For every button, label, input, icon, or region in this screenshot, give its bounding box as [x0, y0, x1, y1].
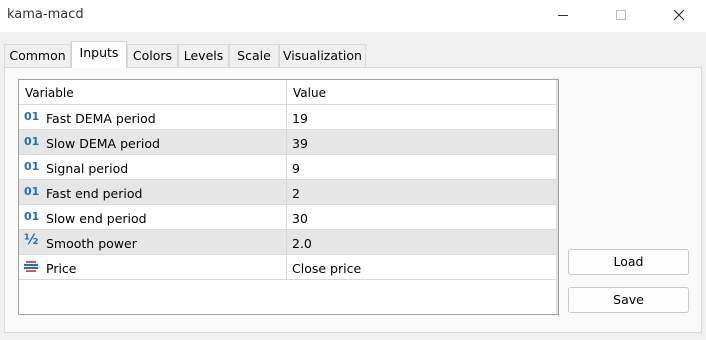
column-divider[interactable]	[286, 80, 287, 105]
value-cell[interactable]: Close price	[292, 261, 361, 276]
grid-rows: 01 Fast DEMA period 19 01 Slow DEMA peri…	[19, 105, 558, 280]
tab-common[interactable]: Common	[4, 44, 71, 68]
value-cell[interactable]: 9	[292, 161, 300, 176]
window-title: kama-macd	[7, 7, 84, 22]
table-row[interactable]: Price Close price	[19, 255, 558, 280]
maximize-icon	[616, 10, 626, 20]
tab-inputs[interactable]: Inputs	[71, 41, 127, 68]
table-row[interactable]: 01 Fast end period 2	[19, 180, 558, 205]
table-row[interactable]: ½ Smooth power 2.0	[19, 230, 558, 255]
save-button[interactable]: Save	[568, 287, 689, 313]
cell-divider	[286, 105, 287, 129]
value-column-header[interactable]: Value	[293, 86, 326, 100]
cell-divider	[286, 230, 287, 254]
title-bar: kama-macd	[0, 0, 706, 32]
load-button[interactable]: Load	[568, 249, 689, 275]
variable-name: Fast DEMA period	[46, 111, 156, 126]
integer-icon: 01	[24, 110, 40, 123]
cell-divider	[286, 205, 287, 229]
cell-divider	[286, 255, 287, 279]
value-cell[interactable]: 19	[292, 111, 308, 126]
value-cell[interactable]: 39	[292, 136, 308, 151]
variable-name: Price	[46, 261, 77, 276]
table-row[interactable]: 01 Signal period 9	[19, 155, 558, 180]
table-row[interactable]: 01 Fast DEMA period 19	[19, 105, 558, 130]
variable-name: Slow end period	[46, 211, 147, 226]
tab-colors[interactable]: Colors	[127, 44, 178, 68]
variable-name: Signal period	[46, 161, 129, 176]
table-row[interactable]: 01 Slow end period 30	[19, 205, 558, 230]
close-icon	[673, 9, 685, 21]
maximize-button[interactable]	[598, 0, 644, 30]
variable-name: Slow DEMA period	[46, 136, 160, 151]
tab-levels[interactable]: Levels	[178, 44, 229, 68]
integer-icon: 01	[24, 160, 40, 173]
minimize-button[interactable]	[540, 0, 586, 30]
close-button[interactable]	[656, 0, 702, 30]
value-cell[interactable]: 2.0	[292, 236, 312, 251]
integer-icon: 01	[24, 210, 40, 223]
minimize-icon	[558, 14, 568, 16]
fraction-icon: ½	[24, 232, 39, 248]
variable-name: Smooth power	[46, 236, 137, 251]
variable-name: Fast end period	[46, 186, 143, 201]
integer-icon: 01	[24, 185, 40, 198]
integer-icon: 01	[24, 135, 40, 148]
cell-divider	[286, 130, 287, 154]
table-row[interactable]: 01 Slow DEMA period 39	[19, 130, 558, 155]
vertical-scrollbar[interactable]	[556, 80, 558, 314]
cell-divider	[286, 155, 287, 179]
tab-visualization[interactable]: Visualization	[279, 44, 366, 68]
enum-icon	[23, 260, 39, 274]
tab-scale[interactable]: Scale	[229, 44, 279, 68]
cell-divider	[286, 180, 287, 204]
value-cell[interactable]: 30	[292, 211, 308, 226]
inputs-grid: Variable Value 01 Fast DEMA period 19 01…	[18, 79, 559, 315]
value-cell[interactable]: 2	[292, 186, 300, 201]
grid-header: Variable Value	[19, 80, 558, 105]
variable-column-header[interactable]: Variable	[25, 86, 74, 100]
